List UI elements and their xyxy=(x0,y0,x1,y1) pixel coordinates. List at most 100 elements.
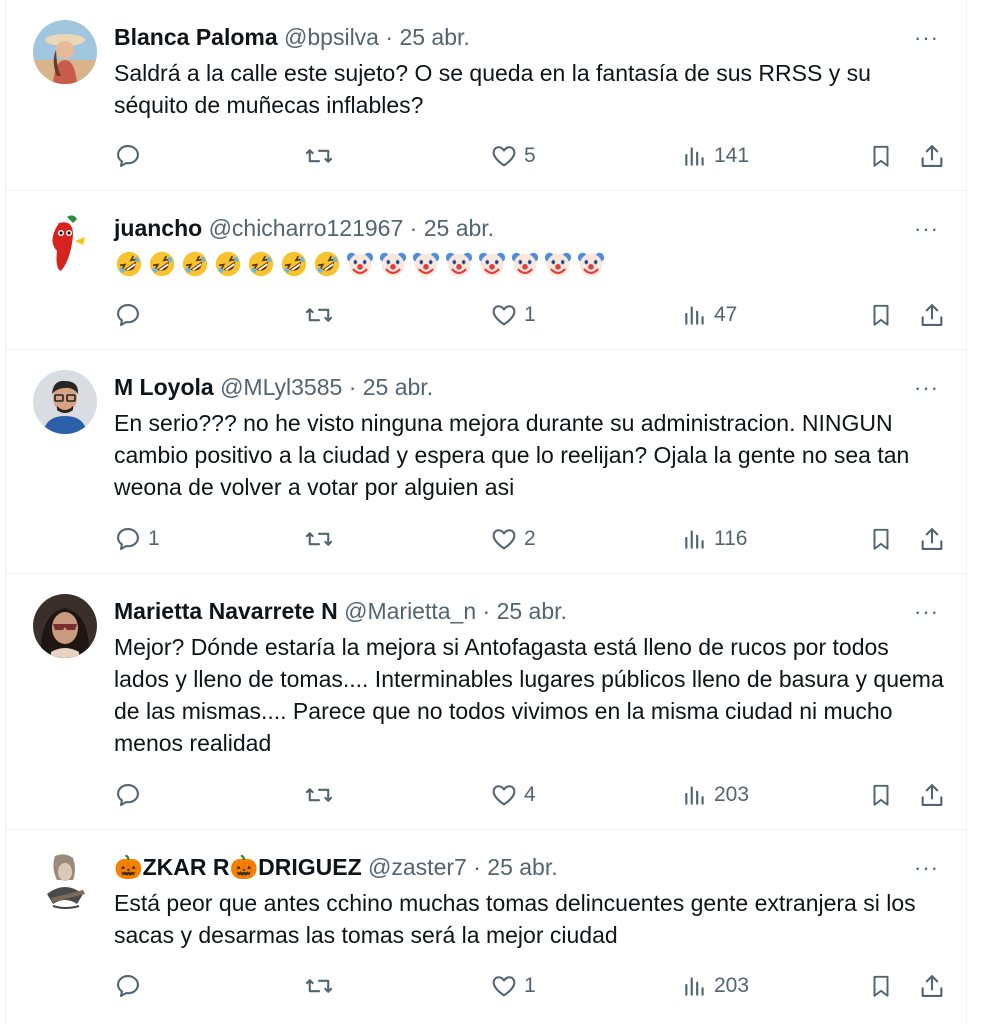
like-count: 1 xyxy=(524,303,536,326)
like-button[interactable]: 5 xyxy=(490,139,536,173)
tweet-header: Blanca Paloma @bpsilva · 25 abr. xyxy=(114,23,470,51)
retweet-button[interactable] xyxy=(304,778,340,812)
views-button[interactable]: 116 xyxy=(682,522,747,556)
tweet[interactable]: juancho @chicharro121967 · 25 abr. ··· 1… xyxy=(6,191,967,350)
views-button[interactable]: 203 xyxy=(682,969,749,1003)
retweet-icon xyxy=(305,979,333,993)
author-handle[interactable]: @zaster7 xyxy=(368,854,467,880)
bookmark-button[interactable] xyxy=(868,298,894,332)
reply-icon xyxy=(117,784,139,806)
views-count: 47 xyxy=(714,303,738,326)
retweet-icon xyxy=(305,788,333,802)
bookmark-button[interactable] xyxy=(868,139,894,173)
views-icon xyxy=(685,147,704,166)
tweet[interactable]: 🎃ZKAR R🎃DRIGUEZ @zaster7 · 25 abr. ··· E… xyxy=(6,830,967,1024)
views-count: 203 xyxy=(714,783,750,806)
clown-emoji-icon xyxy=(346,252,374,277)
views-button[interactable]: 47 xyxy=(682,298,737,332)
reply-button[interactable]: 1 xyxy=(114,522,160,556)
share-icon xyxy=(921,304,943,326)
tweet-actions: 4 203 xyxy=(106,778,946,812)
clown-emoji-icon xyxy=(577,252,605,277)
rofl-emoji-icon xyxy=(314,251,340,277)
right-margin xyxy=(967,0,1003,1024)
retweet-icon xyxy=(305,532,333,546)
tweet-date[interactable]: 25 abr. xyxy=(424,215,494,241)
clown-emoji-icon xyxy=(412,252,440,277)
author-name[interactable]: 🎃ZKAR R🎃DRIGUEZ xyxy=(114,854,362,880)
author-name[interactable]: Blanca Paloma xyxy=(114,24,278,50)
reply-button[interactable] xyxy=(114,139,148,173)
retweet-button[interactable] xyxy=(304,522,340,556)
like-button[interactable]: 2 xyxy=(490,522,536,556)
tweet-header: M Loyola @MLyl3585 · 25 abr. xyxy=(114,373,433,401)
share-icon xyxy=(921,975,943,997)
retweet-icon xyxy=(305,149,333,163)
more-icon[interactable]: ··· xyxy=(914,857,939,879)
like-button[interactable]: 1 xyxy=(490,969,536,1003)
views-button[interactable]: 141 xyxy=(682,139,749,173)
avatar[interactable] xyxy=(33,594,97,658)
tweet-actions: 1 2 116 xyxy=(106,522,946,556)
retweet-button[interactable] xyxy=(304,139,340,173)
author-name[interactable]: juancho xyxy=(114,215,202,241)
share-button[interactable] xyxy=(918,139,946,173)
author-handle[interactable]: @bpsilva xyxy=(284,24,379,50)
rofl-emoji-icon xyxy=(182,251,208,277)
tweet-text: En serio??? no he visto ninguna mejora d… xyxy=(114,410,910,500)
avatar[interactable] xyxy=(33,370,97,434)
tweet-date[interactable]: 25 abr. xyxy=(497,598,567,624)
tweet-header: 🎃ZKAR R🎃DRIGUEZ @zaster7 · 25 abr. xyxy=(114,853,558,881)
bookmark-button[interactable] xyxy=(868,969,894,1003)
views-button[interactable]: 203 xyxy=(682,778,749,812)
tweet[interactable]: Blanca Paloma @bpsilva · 25 abr. ··· Sal… xyxy=(6,0,967,191)
avatar[interactable] xyxy=(33,211,97,275)
clown-emoji-icon xyxy=(511,252,539,277)
like-button[interactable]: 1 xyxy=(490,298,536,332)
clown-emoji-icon xyxy=(544,252,572,277)
tweet-date[interactable]: 25 abr. xyxy=(399,24,469,50)
avatar[interactable] xyxy=(33,850,97,914)
more-icon[interactable]: ··· xyxy=(914,601,939,623)
share-button[interactable] xyxy=(918,778,946,812)
views-icon xyxy=(685,530,704,549)
rofl-emoji-icon xyxy=(215,251,241,277)
like-button[interactable]: 4 xyxy=(490,778,536,812)
reply-button[interactable] xyxy=(114,778,148,812)
tweet-text: Mejor? Dónde estaría la mejora si Antofa… xyxy=(114,634,944,756)
retweet-icon xyxy=(305,308,333,322)
like-count: 4 xyxy=(524,783,536,806)
retweet-button[interactable] xyxy=(304,298,340,332)
views-icon xyxy=(685,786,704,805)
tweet-actions: 5 141 xyxy=(106,139,946,173)
like-count: 1 xyxy=(524,974,536,997)
author-handle[interactable]: @Marietta_n xyxy=(344,598,476,624)
share-icon xyxy=(921,528,943,550)
like-icon xyxy=(492,529,516,550)
tweet-date[interactable]: 25 abr. xyxy=(363,374,433,400)
author-name[interactable]: M Loyola xyxy=(114,374,214,400)
rofl-emoji-icon xyxy=(248,251,274,277)
bookmark-button[interactable] xyxy=(868,778,894,812)
reply-icon xyxy=(117,975,139,997)
tweet[interactable]: M Loyola @MLyl3585 · 25 abr. ··· En seri… xyxy=(6,350,967,574)
more-icon[interactable]: ··· xyxy=(914,27,939,49)
author-handle[interactable]: @MLyl3585 xyxy=(220,374,342,400)
views-count: 141 xyxy=(714,144,750,167)
author-handle[interactable]: @chicharro121967 xyxy=(209,215,404,241)
reply-button[interactable] xyxy=(114,969,148,1003)
tweet-text: Está peor que antes cchino muchas tomas … xyxy=(114,890,916,948)
avatar[interactable] xyxy=(33,20,97,84)
retweet-button[interactable] xyxy=(304,969,340,1003)
more-icon[interactable]: ··· xyxy=(914,377,939,399)
reply-button[interactable] xyxy=(114,298,148,332)
tweet-date[interactable]: 25 abr. xyxy=(487,854,557,880)
tweet[interactable]: Marietta Navarrete N @Marietta_n · 25 ab… xyxy=(6,574,967,830)
share-button[interactable] xyxy=(918,298,946,332)
separator: · xyxy=(385,24,394,50)
more-icon[interactable]: ··· xyxy=(914,218,939,240)
share-button[interactable] xyxy=(918,522,946,556)
bookmark-button[interactable] xyxy=(868,522,894,556)
share-button[interactable] xyxy=(918,969,946,1003)
author-name[interactable]: Marietta Navarrete N xyxy=(114,598,338,624)
